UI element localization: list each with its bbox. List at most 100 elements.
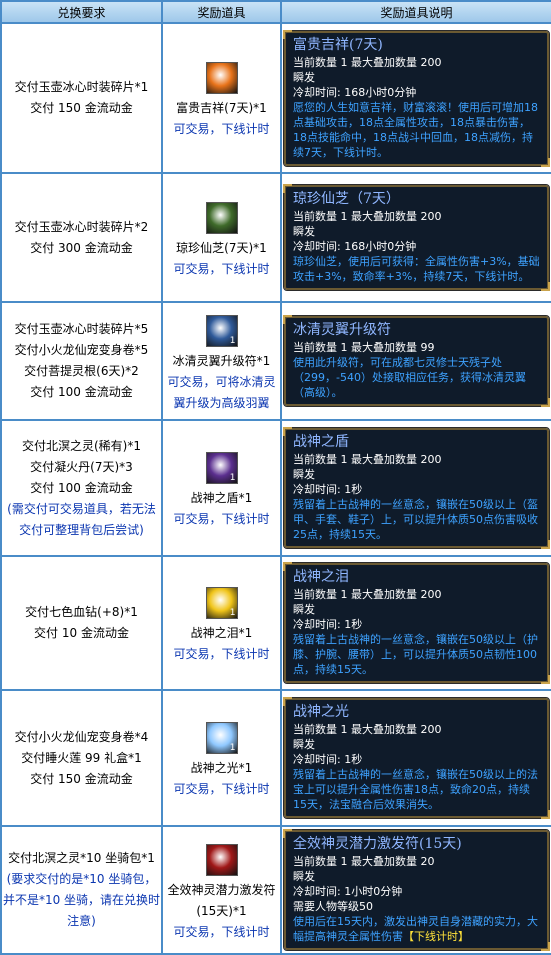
trade-status: 可交易，下线计时 [173,924,270,939]
requirement-line: 交付睡火莲 99 礼盒*1 [21,750,142,765]
reward-item-cell: 1 战神之泪*1 可交易，下线计时 [163,557,280,689]
reward-item-name: 全效神灵潜力激发符(15天)*1 [167,882,276,918]
requirement-cell: 交付小火龙仙宠变身卷*4 交付睡火莲 99 礼盒*1 交付 150 金流动金 [2,691,161,825]
header-reward-description: 奖励道具说明 [282,2,551,22]
requirement-line: 交付小火龙仙宠变身卷*5 [14,343,149,357]
tooltip-title: 冰清灵翼升级符 [293,322,391,338]
trade-status: 可交易，下线计时 [173,782,270,796]
tooltip-stat-line: 冷却时间: 168小时0分钟 [293,85,417,99]
trade-status: 可交易，下线计时 [173,512,270,526]
war-god-shield-icon[interactable]: 1 [205,452,238,484]
tooltip-stat-line: 冷却时间: 168小时0分钟 [293,240,417,253]
tooltip-description-text: 残留着上古战神的一丝意念，镶嵌在50级以上（护膝、护腕、腰带）上，可以提升体质5… [293,633,538,676]
tooltip-stat-line: 当前数量 1 最大叠加数量 20 [293,855,435,868]
war-god-tear-icon[interactable]: 1 [205,587,238,619]
table-row: 交付玉壶冰心时装碎片*5 交付小火龙仙宠变身卷*5 交付菩提灵根(6天)*2 交付 1… [2,303,551,419]
table-row: 交付北溟之灵*10 坐骑包*1 (要求交付的是*10 坐骑包，并不是*10 坐骑，… [2,827,551,953]
requirement-cell: 交付北溟之灵(稀有)*1 交付凝火丹(7天)*3 交付 100 金流动金 (需交付可交… [2,421,161,555]
tooltip-stat-line: 需要人物等级50 [293,900,373,913]
requirement-cell: 交付玉壶冰心时装碎片*2 交付 300 金流动金 [2,174,161,301]
tooltip-stat-line: 冷却时间: 1秒 [293,483,363,496]
tooltip-description: 残留着上古战神的一丝意念，镶嵌在50级以上的法宝上可以提升全属性伤害18点，致命… [293,767,541,812]
reward-item-name: 战神之光*1 [190,761,253,775]
tooltip-stat-line: 当前数量 1 最大叠加数量 200 [293,55,442,69]
tooltip-title: 富贵吉祥(7天) [293,36,383,53]
potential-talisman-icon[interactable] [205,843,238,876]
item-tooltip-card: 琼珍仙芝（7天） 当前数量 1 最大叠加数量 200 瞬发冷却时间: 168小时0分… [283,184,550,291]
tooltip-title: 琼珍仙芝（7天） [293,191,400,207]
reward-description-cell: 全效神灵潜力激发符(15天) 当前数量 1 最大叠加数量 20 瞬发 冷却时间: 1小… [282,827,551,953]
table-row: 交付玉壶冰心时装碎片*2 交付 300 金流动金 琼珍仙芝(7天)*1 可交易，下线计… [2,174,551,301]
requirement-line: 交付玉壶冰心时装碎片*5 [14,322,149,336]
reward-item-name: 琼珍仙芝(7天)*1 [176,240,267,255]
tooltip-description: 琼珍仙芝，使用后可获得：全属性伤害+3%，基础攻击+3%，致命率+3%，持续7天… [293,254,541,284]
tooltip-stat-line: 瞬发 [293,225,315,238]
tooltip-stat-line: 瞬发 [293,738,315,751]
requirement-line: 交付七色血钻(+8)*1 [25,605,138,619]
requirement-line: 交付 100 金流动金 [30,385,133,399]
reward-item-cell: 琼珍仙芝(7天)*1 可交易，下线计时 [163,174,280,301]
tooltip-extra-note: 【下线计时】 [403,930,469,943]
requirement-line: 交付凝火丹(7天)*3 [30,459,133,474]
reward-description-cell: 富贵吉祥(7天) 当前数量 1 最大叠加数量 200 瞬发 冷却时间: 168小时0分… [282,24,551,172]
tooltip-stat-line: 瞬发 [293,870,315,883]
reward-description-cell: 战神之光当前数量 1 最大叠加数量 200 瞬发冷却时间: 1秒残留着上古战神的一… [282,691,551,825]
tooltip-title: 战神之泪 [293,569,349,585]
war-god-light-icon[interactable]: 1 [205,722,238,754]
requirement-cell: 交付玉壶冰心时装碎片*5 交付小火龙仙宠变身卷*5 交付菩提灵根(6天)*2 交付 1… [2,303,161,419]
tooltip-description: 使用后在15天内，激发出神灵自身潜藏的实力，大幅提高神灵全属性伤害【下线计时】 [293,914,541,944]
tooltip-stat-line: 瞬发 [293,70,315,84]
reward-item-cell: 1 战神之盾*1 可交易，下线计时 [163,421,280,555]
wing-upgrade-icon[interactable]: 1 [205,314,238,347]
tooltip-description-text: 残留着上古战神的一丝意念，镶嵌在50级以上的法宝上可以提升全属性伤害18点，致命… [293,768,538,811]
tooltip-description: 残留着上古战神的一丝意念，镶嵌在50级以上（护膝、护腕、腰带）上，可以提升体质5… [293,632,541,677]
reward-item-name: 战神之泪*1 [190,626,253,640]
table-header-row: 兑换要求 奖励道具 奖励道具说明 [2,2,551,22]
tooltip-stat-line: 冷却时间: 1秒 [293,753,363,766]
requirement-line: 交付菩提灵根(6天)*2 [24,364,139,378]
requirement-line: 交付北溟之灵(稀有)*1 [22,438,141,453]
header-requirement: 兑换要求 [2,2,161,22]
table-row: 交付玉壶冰心时装碎片*1 交付 150 金流动金 富贵吉祥(7天)*1 可交易，下线计… [2,24,551,172]
tooltip-description: 残留着上古战神的一丝意念，镶嵌在50级以上（盔甲、手套、鞋子）上，可以提升体质5… [293,497,541,542]
fortune-charm-icon[interactable] [205,62,238,94]
tooltip-stat-line: 当前数量 1 最大叠加数量 200 [293,453,442,466]
tooltip-stat-line: 当前数量 1 最大叠加数量 200 [293,210,442,223]
reward-item-name: 冰清灵翼升级符*1 [172,353,271,368]
item-tooltip-card: 战神之盾 当前数量 1 最大叠加数量 200 瞬发 冷却时间: 1秒 残留着上古战神的一… [283,427,550,549]
reward-description-cell: 琼珍仙芝（7天） 当前数量 1 最大叠加数量 200 瞬发冷却时间: 168小时0分… [282,174,551,301]
requirement-note: (需交付可交易道具，若无法交付可整理背包后尝试) [7,501,156,537]
item-count-badge: 1 [229,473,236,483]
requirement-line: 交付 150 金流动金 [30,771,133,786]
reward-item-cell: 1 冰清灵翼升级符*1 可交易，可将冰清灵翼升级为高级羽翼 [163,303,280,419]
ganoderma-icon[interactable] [205,201,238,234]
exchange-table: 兑换要求 奖励道具 奖励道具说明 交付玉壶冰心时装碎片*1 交付 150 金流动金… [0,0,551,955]
tooltip-stat-line: 当前数量 1 最大叠加数量 200 [293,723,442,736]
item-count-badge: 1 [229,743,236,753]
reward-item-cell: 全效神灵潜力激发符(15天)*1 可交易，下线计时 [163,827,280,953]
tooltip-title: 战神之盾 [293,434,349,450]
item-tooltip-card: 全效神灵潜力激发符(15天) 当前数量 1 最大叠加数量 20 瞬发 冷却时间: 1小… [283,829,550,951]
requirement-line: 交付 300 金流动金 [30,240,133,255]
table-row: 交付七色血钻(+8)*1 交付 10 金流动金 1 战神之泪*1 可交易，下线计时 战神之… [2,557,551,689]
trade-status: 可交易，下线计时 [173,647,270,661]
item-tooltip-card: 富贵吉祥(7天) 当前数量 1 最大叠加数量 200 瞬发 冷却时间: 168小时0分… [283,29,550,167]
reward-item-cell: 富贵吉祥(7天)*1 可交易，下线计时 [163,24,280,172]
tooltip-description-text: 残留着上古战神的一丝意念，镶嵌在50级以上（盔甲、手套、鞋子）上，可以提升体质5… [293,498,538,541]
reward-item-name: 富贵吉祥(7天)*1 [176,101,267,115]
trade-status: 可交易，可将冰清灵翼升级为高级羽翼 [167,374,276,410]
tooltip-stat-line: 当前数量 1 最大叠加数量 99 [293,341,435,354]
reward-item-cell: 1 战神之光*1 可交易，下线计时 [163,691,280,825]
tooltip-description: 愿您的人生如意吉祥，财富滚滚！使用后可增加18点基础攻击，18点全属性攻击，18… [293,100,541,160]
tooltip-title: 全效神灵潜力激发符(15天) [293,836,462,852]
requirement-cell: 交付玉壶冰心时装碎片*1 交付 150 金流动金 [2,24,161,172]
table-row: 交付北溟之灵(稀有)*1 交付凝火丹(7天)*3 交付 100 金流动金 (需交付可交… [2,421,551,555]
tooltip-title: 战神之光 [293,704,349,720]
table-row: 交付小火龙仙宠变身卷*4 交付睡火莲 99 礼盒*1 交付 150 金流动金 1 战神之… [2,691,551,825]
reward-description-cell: 冰清灵翼升级符 当前数量 1 最大叠加数量 99 使用此升级符，可在成都七灵修士天残… [282,303,551,419]
requirement-line: 交付玉壶冰心时装碎片*1 [14,80,149,94]
tooltip-stat-line: 当前数量 1 最大叠加数量 200 [293,588,442,601]
tooltip-description-text: 愿您的人生如意吉祥，财富滚滚！使用后可增加18点基础攻击，18点全属性攻击，18… [293,100,538,159]
requirement-cell: 交付七色血钻(+8)*1 交付 10 金流动金 [2,557,161,689]
item-tooltip-card: 战神之光当前数量 1 最大叠加数量 200 瞬发冷却时间: 1秒残留着上古战神的一… [283,697,550,819]
